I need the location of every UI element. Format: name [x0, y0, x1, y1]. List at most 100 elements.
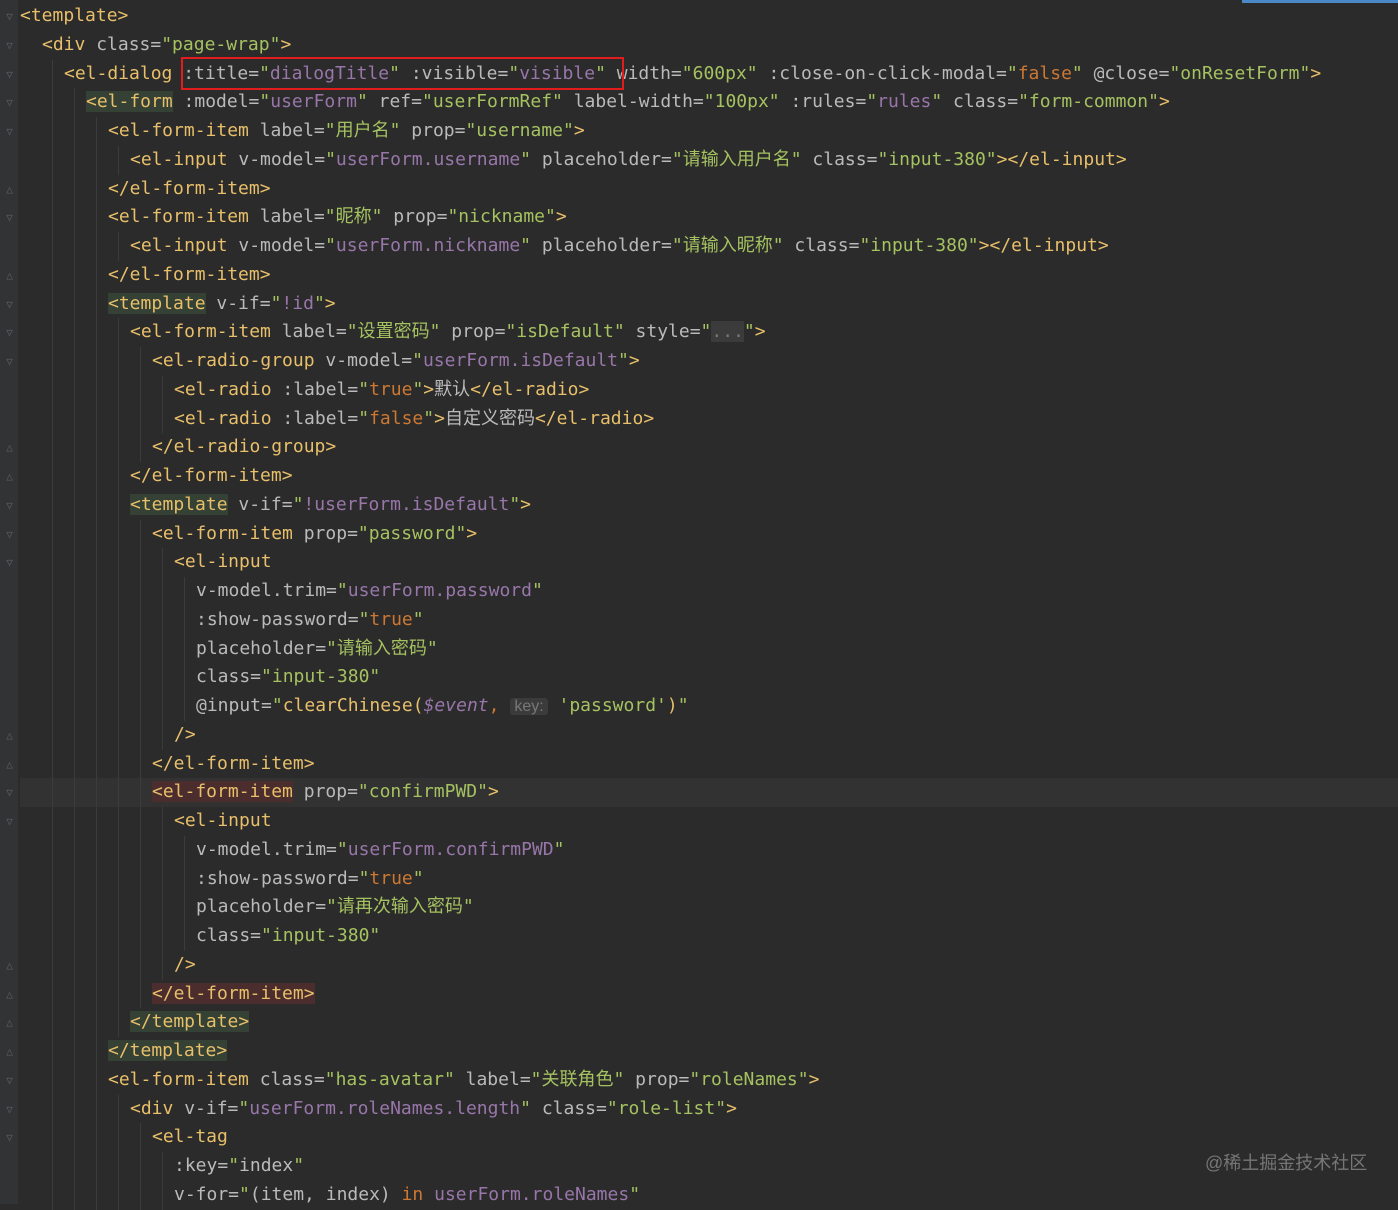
code-token: class= — [801, 148, 878, 170]
code-line[interactable]: <el-form-item label="设置密码" prop="isDefau… — [20, 318, 1398, 347]
indent-guide — [52, 462, 53, 491]
code-line[interactable]: <el-form-item label="用户名" prop="username… — [20, 117, 1398, 146]
code-line[interactable]: class="input-380" — [20, 663, 1398, 692]
code-token: " — [613, 1068, 625, 1090]
code-line[interactable]: <el-form-item class="has-avatar" label="… — [20, 1065, 1398, 1095]
code-token: " — [1071, 62, 1083, 84]
fold-open-icon[interactable]: ▽ — [3, 96, 16, 109]
fold-close-icon[interactable]: △ — [3, 758, 16, 771]
fold-close-icon[interactable]: △ — [3, 959, 16, 972]
code-editor[interactable]: ▽ ▽ ▽ ▽ ▽ △ ▽ △ ▽ ▽ ▽ △ △ ▽ ▽ ▽ △ △ ▽ ▽ △ △ △ △ ▽ ▽ ▽ <template> <d… — [0, 0, 1398, 1210]
code-token: " — [790, 148, 802, 170]
code-line[interactable]: <el-radio :label="true">默认</el-radio> — [20, 375, 1398, 405]
fold-open-icon[interactable]: ▽ — [3, 355, 16, 368]
code-line[interactable]: <el-input v-model="userForm.username" pl… — [20, 145, 1398, 175]
fold-open-icon[interactable]: ▽ — [3, 10, 16, 23]
indent-guide — [52, 59, 53, 89]
code-line[interactable]: class="input-380" — [20, 922, 1398, 951]
indent-guide — [74, 864, 75, 894]
fold-open-icon[interactable]: ▽ — [3, 556, 16, 569]
fold-open-icon[interactable]: ▽ — [3, 125, 16, 138]
code-line[interactable]: <el-form-item label="昵称" prop="nickname"… — [20, 203, 1398, 232]
code-line[interactable]: /> — [20, 720, 1398, 750]
fold-close-icon[interactable]: △ — [3, 470, 16, 483]
code-token: <div — [42, 33, 97, 55]
code-token: " — [238, 1097, 250, 1119]
code-lines[interactable]: <template> <div class="page-wrap"> <el-dia… — [20, 0, 1398, 1210]
code-line[interactable]: <div v-if="userForm.roleNames.length" cl… — [20, 1094, 1398, 1124]
code-line[interactable]: /> — [20, 950, 1398, 980]
code-line[interactable]: :key="index" — [20, 1152, 1398, 1181]
fold-close-icon[interactable]: △ — [3, 988, 16, 1001]
fold-open-icon[interactable]: ▽ — [3, 815, 16, 828]
code-token: ref= — [367, 91, 422, 113]
fold-open-icon[interactable]: ▽ — [3, 1074, 16, 1087]
code-line[interactable]: <el-form-item prop="confirmPWD"> — [20, 778, 1398, 807]
code-line[interactable]: <template v-if="!id"> — [20, 289, 1398, 319]
code-line[interactable]: <el-input v-model="userForm.nickname" pl… — [20, 232, 1398, 261]
code-line[interactable]: </template> — [20, 1037, 1398, 1066]
fold-open-icon[interactable]: ▽ — [3, 528, 16, 541]
code-line[interactable]: v-model.trim="userForm.password" — [20, 577, 1398, 606]
indent-guide — [96, 979, 97, 1009]
fold-open-icon[interactable]: ▽ — [3, 68, 16, 81]
code-token: clearChinese( — [282, 695, 424, 716]
code-line[interactable]: :show-password="true" — [20, 864, 1398, 894]
code-line[interactable]: <el-input — [20, 807, 1398, 836]
code-line[interactable]: <el-radio :label="false">自定义密码</el-radio… — [20, 404, 1398, 434]
code-line[interactable]: <el-tag — [20, 1123, 1398, 1152]
indent-guide — [74, 490, 75, 520]
code-line[interactable]: <div class="page-wrap"> — [20, 31, 1398, 60]
fold-close-icon[interactable]: △ — [3, 183, 16, 196]
scroll-indicator[interactable] — [1242, 0, 1398, 3]
code-line[interactable]: </template> — [20, 1008, 1398, 1037]
code-token: > — [808, 1068, 820, 1090]
code-line[interactable]: placeholder="请再次输入密码" — [20, 893, 1398, 922]
code-line[interactable]: </el-form-item> — [20, 462, 1398, 491]
code-line[interactable]: <el-input — [20, 548, 1398, 577]
code-line[interactable]: </el-form-item> — [20, 174, 1398, 204]
fold-close-icon[interactable]: △ — [3, 1016, 16, 1029]
code-line[interactable]: v-model.trim="userForm.confirmPWD" — [20, 835, 1398, 865]
indent-guide — [118, 1094, 119, 1124]
fold-open-icon[interactable]: ▽ — [3, 1103, 16, 1116]
code-line[interactable]: <template v-if="!userForm.isDefault"> — [20, 490, 1398, 520]
indent-guide — [118, 232, 119, 261]
fold-close-icon[interactable]: △ — [3, 729, 16, 742]
code-token: " — [520, 235, 531, 256]
code-line[interactable]: </el-form-item> — [20, 260, 1398, 290]
code-token: " — [293, 1155, 305, 1176]
code-line[interactable]: <el-form :model="userForm" ref="userForm… — [20, 88, 1398, 117]
fold-open-icon[interactable]: ▽ — [3, 499, 16, 512]
code-line[interactable]: </el-form-item> — [20, 749, 1398, 779]
code-line[interactable]: </el-form-item> — [20, 979, 1398, 1009]
indent-guide — [140, 1123, 141, 1152]
fold-close-icon[interactable]: △ — [3, 441, 16, 454]
code-line[interactable]: v-for="(item, index) in userForm.roleNam… — [20, 1180, 1398, 1210]
fold-open-icon[interactable]: ▽ — [3, 1131, 16, 1144]
code-content: <el-input v-model="userForm.username" pl… — [130, 146, 1127, 175]
fold-close-icon[interactable]: △ — [3, 1045, 16, 1058]
code-line[interactable]: <el-radio-group v-model="userForm.isDefa… — [20, 347, 1398, 376]
code-line[interactable]: placeholder="请输入密码" — [20, 634, 1398, 664]
code-token: v-model.trim= — [196, 580, 337, 601]
code-line[interactable]: <template> — [20, 2, 1398, 31]
code-token: userForm.username — [335, 148, 521, 170]
indent-guide — [96, 893, 97, 922]
fold-open-icon[interactable]: ▽ — [3, 786, 16, 799]
code-line[interactable]: :show-password="true" — [20, 605, 1398, 635]
indent-guide — [140, 404, 141, 434]
fold-open-icon[interactable]: ▽ — [3, 298, 16, 311]
fold-close-icon[interactable]: △ — [3, 269, 16, 282]
indent-guide — [74, 375, 75, 405]
code-line[interactable]: </el-radio-group> — [20, 433, 1398, 462]
fold-open-icon[interactable]: ▽ — [3, 39, 16, 52]
code-token: " — [530, 1068, 542, 1090]
code-token: "roleNames" — [689, 1068, 809, 1090]
code-line[interactable]: @input="clearChinese($event, key: 'passw… — [20, 692, 1398, 721]
code-line[interactable]: <el-form-item prop="password"> — [20, 519, 1398, 549]
code-token: false — [1017, 62, 1072, 84]
fold-open-icon[interactable]: ▽ — [3, 211, 16, 224]
fold-open-icon[interactable]: ▽ — [3, 326, 16, 339]
indent-guide — [118, 922, 119, 951]
